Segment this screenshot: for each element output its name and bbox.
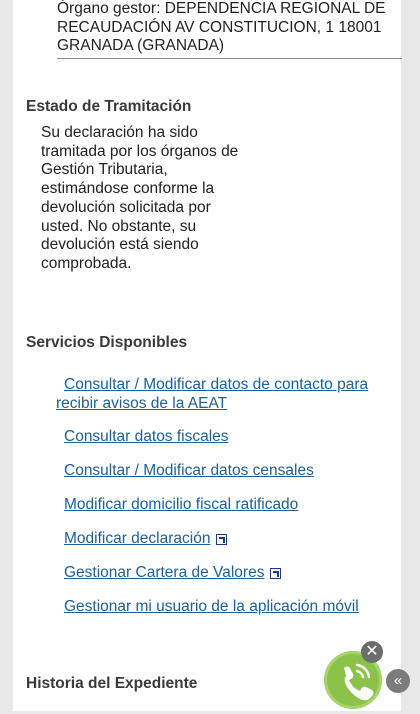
link-domicilio-fiscal[interactable]: Modificar domicilio fiscal ratificado — [64, 496, 298, 515]
organo-gestor-text: Órgano gestor: DEPENDENCIA REGIONAL DE R… — [57, 0, 402, 59]
external-link-icon — [216, 534, 228, 546]
external-link-icon — [270, 568, 282, 580]
estado-tramitacion-text: Su declaración ha sido tramitada por los… — [41, 124, 239, 272]
servicios-disponibles-title: Servicios Disponibles — [26, 334, 188, 351]
page-content: Órgano gestor: DEPENDENCIA REGIONAL DE R… — [13, 0, 402, 711]
collapse-icon[interactable]: « — [386, 669, 410, 693]
historia-expediente-title: Historia del Expediente — [26, 675, 198, 692]
estado-tramitacion-title: Estado de Tramitación — [26, 98, 192, 115]
link-modificar-declaracion[interactable]: Modificar declaración — [64, 530, 210, 547]
link-datos-contacto[interactable]: Consultar / Modificar datos de contacto … — [56, 376, 386, 413]
link-datos-censales[interactable]: Consultar / Modificar datos censales — [64, 462, 314, 481]
link-datos-fiscales[interactable]: Consultar datos fiscales — [64, 428, 229, 447]
link-cartera-valores[interactable]: Gestionar Cartera de Valores — [64, 564, 264, 581]
link-usuario-app-movil[interactable]: Gestionar mi usuario de la aplicación mó… — [64, 598, 359, 617]
link-cartera-valores-row: Gestionar Cartera de Valores — [64, 564, 282, 583]
link-modificar-declaracion-row: Modificar declaración — [64, 530, 228, 549]
close-icon[interactable]: ✕ — [361, 641, 383, 663]
